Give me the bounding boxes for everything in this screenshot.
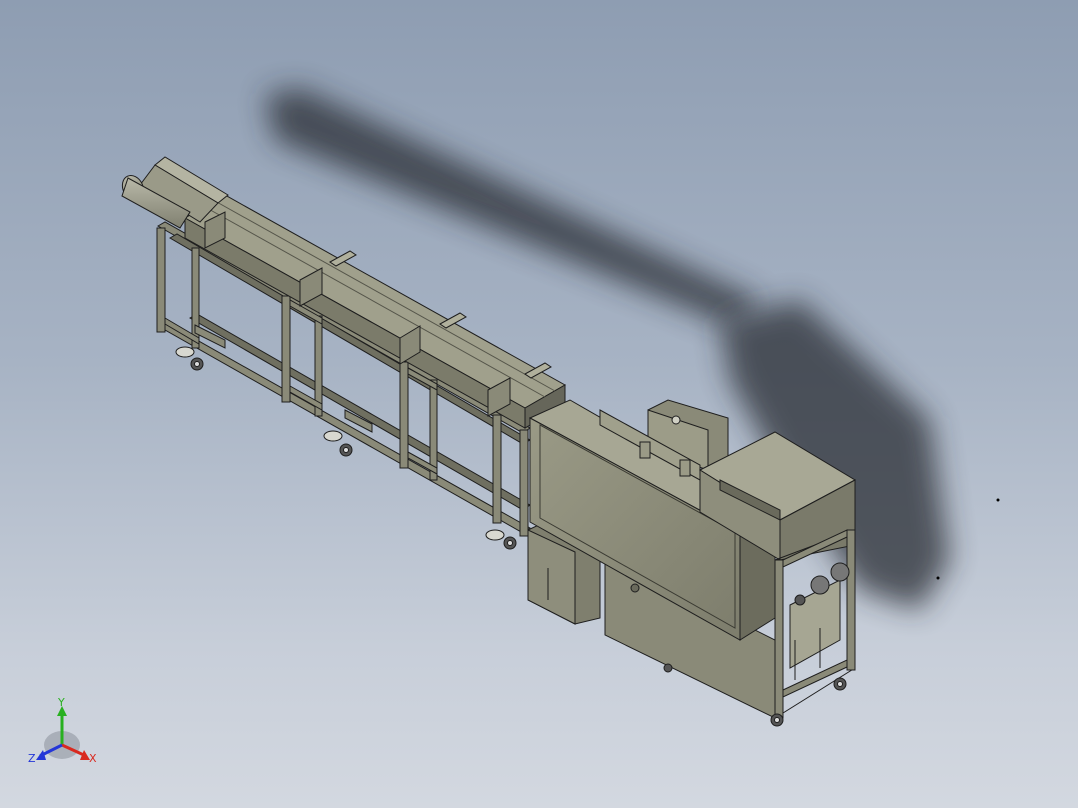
cad-viewport[interactable]: Y X Z xyxy=(0,0,1078,808)
model-scene[interactable]: Y X Z xyxy=(0,0,1078,808)
frame-leg xyxy=(399,361,409,469)
y-axis-label: Y xyxy=(57,696,65,709)
caster-wheel xyxy=(175,346,204,371)
caster-wheel xyxy=(833,677,847,691)
z-axis-label: Z xyxy=(28,752,36,765)
caster-wheel xyxy=(323,430,353,457)
caster-wheel xyxy=(770,713,784,727)
roller-wheel xyxy=(830,562,850,582)
beam-groove xyxy=(204,206,546,398)
x-axis-label: X xyxy=(89,752,97,765)
beam-side-face xyxy=(184,217,526,429)
control-knob-icon[interactable] xyxy=(671,415,681,425)
tower-inner-panel xyxy=(789,579,841,669)
stray-point xyxy=(996,498,1000,502)
frame-leg xyxy=(492,414,502,524)
roller-post xyxy=(639,441,651,459)
tower-leg xyxy=(846,529,856,671)
roller-post xyxy=(679,459,691,477)
roller-wheel xyxy=(810,575,830,595)
cabinet-knob xyxy=(630,583,640,593)
caster-wheel xyxy=(663,663,673,673)
stray-point xyxy=(936,576,940,580)
frame-leg xyxy=(156,227,166,333)
view-orientation-triad[interactable]: Y X Z xyxy=(28,696,97,765)
roller-wheel xyxy=(794,594,806,606)
frame-leg xyxy=(519,429,529,537)
caster-wheel xyxy=(485,529,517,550)
tower-leg xyxy=(774,559,784,719)
z-axis-arrow-icon xyxy=(36,750,46,760)
frame-leg xyxy=(281,295,291,403)
